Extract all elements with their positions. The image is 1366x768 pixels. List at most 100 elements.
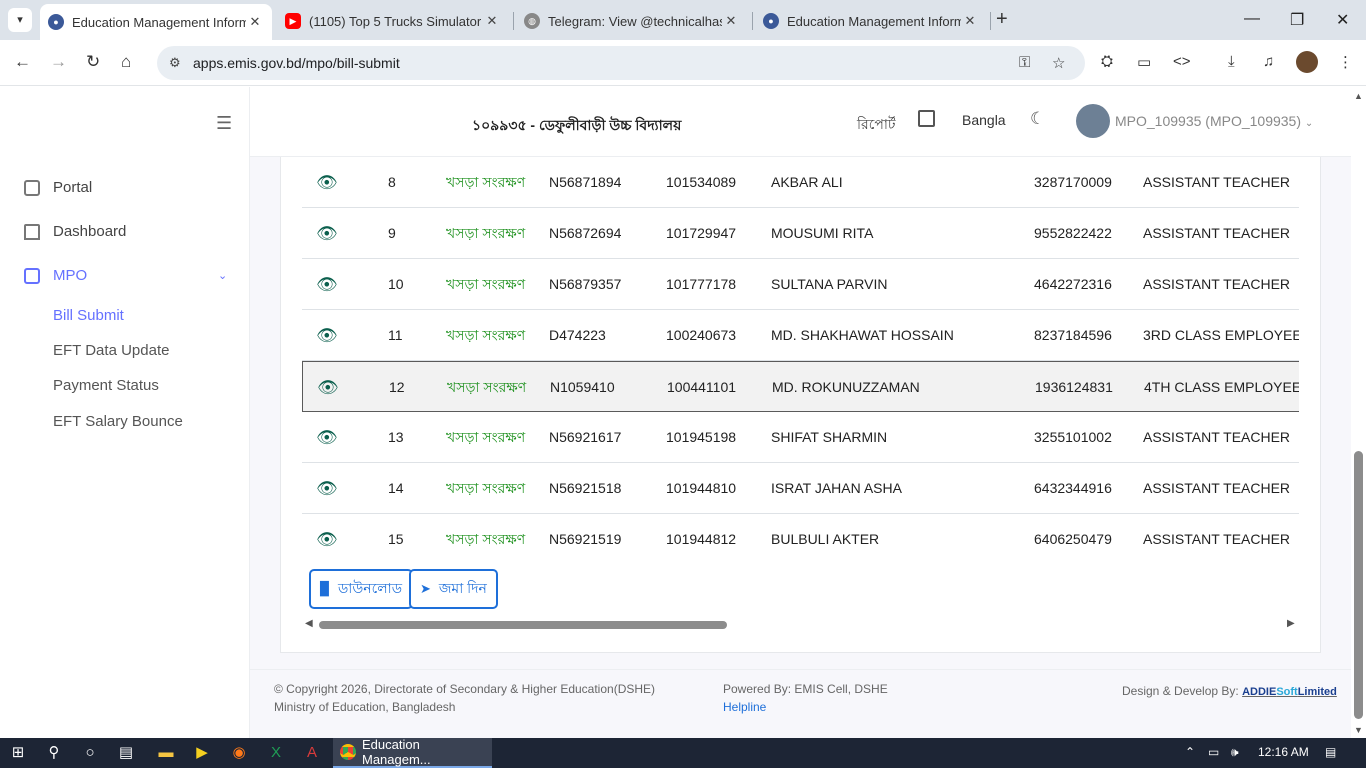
minimize-window-icon[interactable]: — — [1244, 10, 1260, 28]
view-eye-icon[interactable]: 👁 — [316, 208, 338, 259]
bookmark-star-icon[interactable]: ☆ — [1052, 54, 1065, 72]
close-tab-icon[interactable]: ✕ — [722, 13, 740, 29]
back-arrow-icon[interactable]: ← — [14, 52, 31, 72]
browser-toolbar: ← → ↻ ⌂ ⚙ apps.emis.gov.bd/mpo/bill-subm… — [0, 40, 1366, 86]
tab-search-chevron-icon[interactable]: ▾ — [8, 8, 32, 32]
reading-mode-icon[interactable]: ▭ — [1137, 53, 1151, 71]
user-avatar[interactable] — [1076, 104, 1110, 138]
browser-tab-youtube[interactable]: ▶ (1105) Top 5 Trucks Simulator G ✕ — [277, 6, 509, 36]
cortana-circle-icon[interactable]: ○ — [80, 743, 100, 763]
chevron-down-icon[interactable]: ⌄ — [218, 269, 227, 282]
cell-designation: ASSISTANT TEACHER — [1143, 480, 1291, 496]
sidebar-subitem-eft-salary-bounce[interactable]: EFT Salary Bounce — [53, 413, 183, 430]
network-icon[interactable]: ▭ — [1208, 745, 1219, 759]
tab-title: Telegram: View @technicalhasa — [548, 13, 722, 29]
download-icon[interactable]: ⤓ — [1228, 53, 1235, 70]
browser-tab-emis-active[interactable]: ● Education Management Inform ✕ — [40, 4, 272, 40]
address-bar[interactable]: ⚙ apps.emis.gov.bd/mpo/bill-submit ⚿ ☆ — [157, 46, 1085, 80]
view-eye-icon[interactable]: 👁 — [317, 362, 339, 413]
access-icon[interactable]: A — [302, 743, 322, 763]
cell-account: 9552822422 — [1034, 225, 1112, 241]
scroll-down-arrow-icon[interactable]: ▼ — [1354, 725, 1363, 735]
user-menu[interactable]: MPO_109935 (MPO_109935) ⌄ — [1115, 113, 1313, 129]
download-button[interactable]: ▉ ডাউনলোড — [309, 569, 414, 609]
vertical-scroll-thumb[interactable] — [1354, 451, 1363, 719]
chevron-down-icon: ⌄ — [1304, 118, 1314, 129]
incognito-extension-icon[interactable]: ⛭ — [1101, 53, 1113, 70]
cell-status: খসড়া সংরক্ষণ — [446, 327, 526, 343]
view-eye-icon[interactable]: 👁 — [316, 157, 338, 208]
cell-id: 101534089 — [666, 174, 737, 190]
forward-arrow-icon[interactable]: → — [50, 52, 67, 72]
cell-id: 101729947 — [666, 225, 737, 241]
site-info-icon[interactable]: ⚙ — [169, 55, 181, 71]
sidebar-subitem-payment-status[interactable]: Payment Status — [53, 377, 159, 394]
scroll-right-arrow-icon[interactable]: ▶ — [1287, 618, 1295, 629]
cell-account: 1936124831 — [1035, 379, 1113, 395]
language-toggle[interactable]: Bangla — [962, 112, 1006, 128]
home-icon[interactable]: ⌂ — [121, 52, 131, 72]
scroll-up-arrow-icon[interactable]: ▲ — [1354, 91, 1363, 101]
view-eye-icon[interactable]: 👁 — [316, 412, 338, 463]
sidebar-item-portal[interactable]: Portal — [24, 179, 92, 196]
new-tab-button[interactable]: + — [996, 9, 1008, 29]
addiesoft-link[interactable]: ADDIESoftLimited — [1242, 686, 1337, 698]
tab-title: Education Management Inform — [787, 13, 961, 29]
sidebar-item-mpo[interactable]: MPO ⌄ — [24, 267, 244, 284]
media-control-icon[interactable]: ♫ — [1263, 53, 1274, 70]
developer-code-icon[interactable]: <> — [1173, 53, 1191, 70]
view-eye-icon[interactable]: 👁 — [316, 259, 338, 310]
browser-menu-icon[interactable]: ⋮ — [1338, 53, 1353, 71]
close-window-icon[interactable]: ✕ — [1336, 10, 1349, 30]
taskbar-window-label: Education Managem... — [362, 737, 431, 767]
cell-name: SHIFAT SHARMIN — [771, 429, 888, 445]
browser-tab-emis[interactable]: ● Education Management Inform ✕ — [755, 6, 987, 36]
restore-window-icon[interactable]: ❐ — [1290, 10, 1304, 30]
close-tab-icon[interactable]: ✕ — [961, 13, 979, 29]
table-row: 👁 12 খসড়া সংরক্ষণ N1059410 100441101 MD. ROK… — [302, 361, 1299, 412]
close-tab-icon[interactable]: ✕ — [483, 13, 501, 29]
excel-icon[interactable]: X — [266, 743, 286, 763]
horizontal-scroll-thumb[interactable] — [319, 621, 727, 629]
search-icon[interactable]: ⚲ — [44, 743, 64, 763]
report-link[interactable]: রিপোর্ট — [857, 113, 896, 137]
view-eye-icon[interactable]: 👁 — [316, 514, 338, 561]
vertical-scrollbar[interactable]: ▲ ▼ — [1351, 87, 1366, 738]
close-tab-icon[interactable]: ✕ — [246, 14, 264, 30]
media-player-icon[interactable]: ▶ — [192, 743, 212, 763]
url-text[interactable]: apps.emis.gov.bd/mpo/bill-submit — [193, 55, 400, 71]
sidebar-subitem-eft-data-update[interactable]: EFT Data Update — [53, 342, 169, 359]
browser-profile-avatar[interactable] — [1296, 51, 1318, 73]
volume-icon[interactable]: 🕪 — [1231, 745, 1239, 760]
cell-status: খসড়া সংরক্ষণ — [446, 429, 526, 445]
taskbar-chrome-window[interactable]: Education Managem... — [333, 737, 492, 768]
home-icon — [24, 223, 40, 240]
hamburger-menu-icon[interactable]: ☰ — [216, 113, 232, 134]
cell-name: MOUSUMI RITA — [771, 225, 874, 241]
sidebar-item-dashboard[interactable]: Dashboard — [24, 223, 126, 240]
file-explorer-icon[interactable]: ▬ — [156, 743, 176, 763]
horizontal-scrollbar[interactable]: ◀ ▶ — [302, 618, 1299, 632]
firefox-icon[interactable]: ◉ — [229, 743, 249, 763]
view-eye-icon[interactable]: 👁 — [316, 463, 338, 514]
scroll-left-arrow-icon[interactable]: ◀ — [305, 618, 313, 629]
task-view-icon[interactable]: ▤ — [116, 743, 136, 763]
sidebar-subitem-bill-submit[interactable]: Bill Submit — [53, 307, 124, 324]
cell-status: খসড়া সংরক্ষণ — [446, 276, 526, 292]
windows-start-icon[interactable]: ⊞ — [8, 743, 28, 763]
submit-button[interactable]: ➤ জমা দিন — [409, 569, 498, 609]
table-row: 👁 10 খসড়া সংরক্ষণ N56879357 101777178 SULTAN… — [302, 259, 1299, 310]
sidebar: ☰ Portal Dashboard MPO ⌄ Bill Submit EFT… — [0, 87, 250, 738]
reload-icon[interactable]: ↻ — [86, 52, 100, 72]
clock-time[interactable]: 12:16 AM — [1258, 745, 1309, 759]
password-key-icon[interactable]: ⚿ — [1019, 54, 1030, 71]
fullscreen-icon[interactable] — [918, 110, 935, 127]
view-eye-icon[interactable]: 👁 — [316, 310, 338, 361]
send-plane-icon: ➤ — [420, 581, 431, 596]
notification-icon[interactable]: ▤ — [1325, 745, 1336, 759]
dark-mode-moon-icon[interactable]: ☾ — [1030, 109, 1045, 129]
cell-designation: ASSISTANT TEACHER — [1143, 429, 1291, 445]
browser-tab-telegram[interactable]: ◍ Telegram: View @technicalhasa ✕ — [516, 6, 748, 36]
footer-helpline-link[interactable]: Helpline — [723, 700, 766, 714]
tray-chevron-up-icon[interactable]: ⌃ — [1185, 745, 1195, 759]
